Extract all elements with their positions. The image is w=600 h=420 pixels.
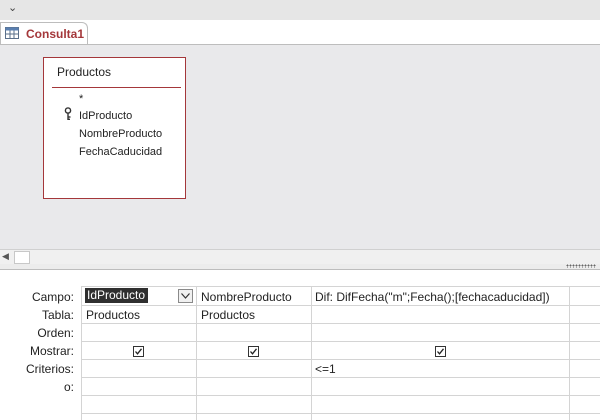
scrollbar-thumb[interactable] [14,251,30,264]
campo-dropdown-button[interactable] [178,289,193,303]
field-fechacaducidad[interactable]: FechaCaducidad [79,146,162,158]
grid-row-divider [81,377,600,378]
tabla-cell-col2[interactable]: Productos [201,308,255,322]
chevron-down-icon [181,293,190,299]
query-design-grid: Campo: Tabla: Orden: Mostrar: Criterios:… [0,270,600,420]
grid-row-divider [81,413,600,414]
scroll-left-icon[interactable]: ◀ [2,251,9,262]
checkmark-icon [135,348,143,355]
row-label-orden: Orden: [37,326,74,340]
grid-row-divider [81,286,600,287]
row-label-campo: Campo: [31,290,74,304]
chevron-down-icon[interactable]: ⌄ [8,1,17,14]
table-field-list-productos[interactable]: Productos * IdProducto NombreProducto Fe… [43,57,186,199]
grid-column-divider [569,286,570,420]
grid-column-divider [311,286,312,420]
tabla-cell-col1[interactable]: Productos [86,308,140,322]
row-label-mostrar: Mostrar: [29,344,74,358]
campo-cell-col3[interactable]: Dif: DifFecha("m";Fecha();[fechacaducida… [315,290,550,304]
grid-row-divider [81,341,600,342]
tab-title: Consulta1 [26,27,85,41]
mostrar-checkbox-col3[interactable] [435,346,446,357]
table-title-divider [52,87,181,88]
tab-consulta1[interactable]: Consulta1 [0,22,88,44]
field-nombreproducto[interactable]: NombreProducto [79,128,162,140]
table-title: Productos [57,65,112,79]
checkmark-icon [250,348,258,355]
top-bar: ⌄ [0,0,600,20]
query-design-area[interactable]: Productos * IdProducto NombreProducto Fe… [0,45,600,249]
grid-column-divider [81,286,82,420]
row-label-criterios: Criterios: [25,362,74,376]
row-label-o: o: [63,380,74,394]
field-idproducto[interactable]: IdProducto [79,110,132,122]
mostrar-checkbox-col1[interactable] [133,346,144,357]
grid-column-divider [196,286,197,420]
field-all[interactable]: * [79,93,83,105]
splitter-grip-icon[interactable] [566,264,596,268]
primary-key-icon [64,107,72,121]
grid-row-divider [81,395,600,396]
query-icon [5,27,19,39]
grid-row-divider [81,359,600,360]
document-tab-strip: Consulta1 [0,20,600,45]
grid-row-divider [81,323,600,324]
criterios-cell-col3[interactable]: <=1 [315,362,336,376]
design-horizontal-scrollbar[interactable]: ◀ [0,249,600,264]
campo-cell-col2[interactable]: NombreProducto [201,290,292,304]
checkmark-icon [437,348,445,355]
campo-cell-col1[interactable]: IdProducto [85,288,148,303]
row-label-tabla: Tabla: [41,308,74,322]
grid-row-divider [81,305,600,306]
mostrar-checkbox-col2[interactable] [248,346,259,357]
